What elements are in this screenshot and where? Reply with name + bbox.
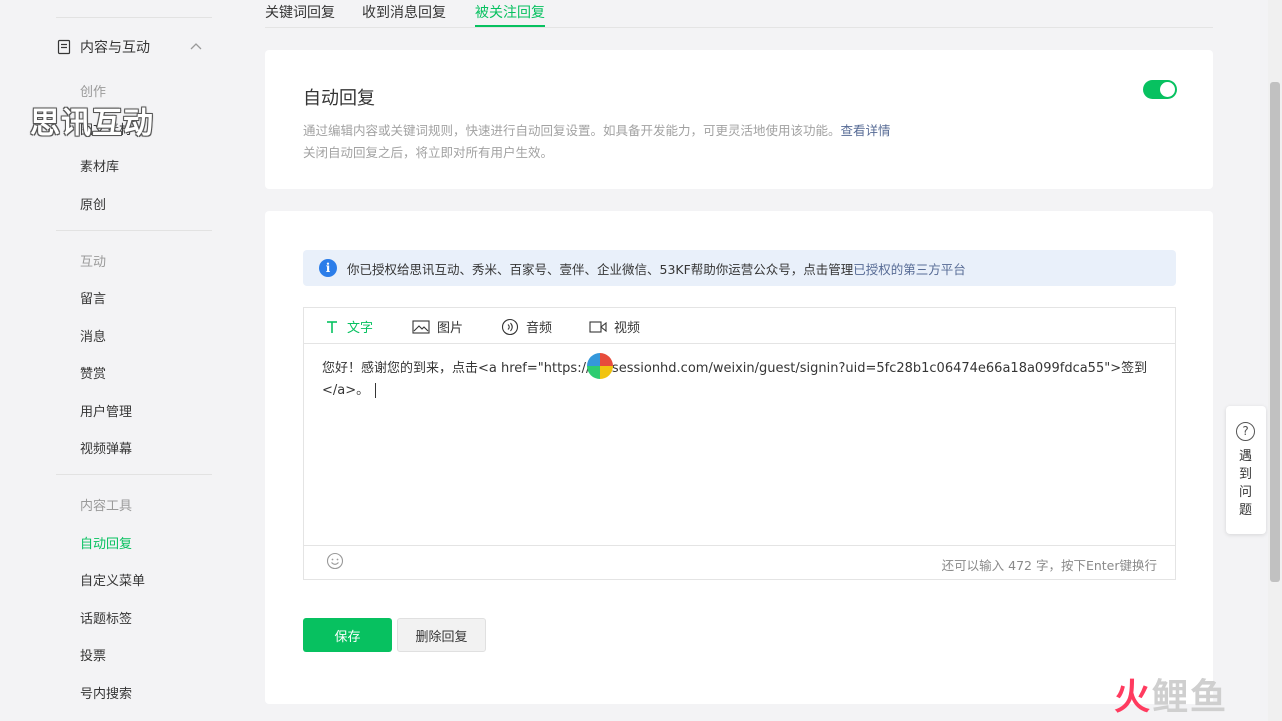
editor-tab-image[interactable]: 图片 (412, 317, 463, 336)
auto-reply-description: 通过编辑内容或关键词规则，快速进行自动回复设置。如具备开发能力，可更灵活地使用该… (303, 120, 891, 164)
delete-reply-button[interactable]: 删除回复 (397, 618, 486, 652)
video-icon (589, 320, 607, 333)
editor-tab-video[interactable]: 视频 (589, 317, 640, 336)
auto-reply-title: 自动回复 (303, 88, 375, 109)
editor-tab-label: 图片 (437, 321, 464, 336)
auto-reply-toggle[interactable] (1143, 80, 1177, 99)
sidebar-item-user-management[interactable]: 用户管理 (80, 401, 132, 420)
sidebar-section-label: 内容与互动 (80, 40, 150, 56)
sidebar-item-auto-reply[interactable]: 自动回复 (80, 533, 132, 552)
sidebar-item-messages[interactable]: 消息 (80, 326, 106, 345)
authorization-notice: i 你已授权给思讯互动、秀米、百家号、壹伴、企业微信、53KF帮助你运营公众号，… (303, 250, 1176, 286)
help-label: 遇到问题 (1239, 449, 1253, 518)
reply-content-text: 您好！感谢您的到来，点击<a href="https:// nt.session… (322, 361, 1148, 398)
sidebar-divider (56, 474, 212, 475)
desc-line-2: 关闭自动回复之后，将立即对所有用户生效。 (303, 145, 554, 160)
sidebar-group-title: 内容工具 (80, 499, 133, 514)
save-button[interactable]: 保存 (303, 618, 392, 652)
tab-message-reply[interactable]: 收到消息回复 (362, 2, 446, 22)
watermark-logo: 思讯互动 (30, 106, 154, 141)
help-float-button[interactable]: ? 遇到问题 (1226, 406, 1266, 534)
tab-follow-reply[interactable]: 被关注回复 (475, 2, 545, 27)
sidebar-item-custom-menu[interactable]: 自定义菜单 (80, 570, 145, 589)
sidebar-section-content-interaction[interactable]: 内容与互动 (56, 34, 212, 60)
tab-keyword-reply[interactable]: 关键词回复 (265, 2, 335, 22)
editor-tab-audio[interactable]: 音频 (501, 317, 552, 336)
toggle-knob (1160, 82, 1175, 97)
sidebar-divider (56, 230, 212, 231)
sidebar-divider (56, 17, 212, 18)
view-details-link[interactable]: 查看详情 (841, 123, 891, 138)
text-icon (327, 320, 337, 333)
editor-tab-label: 视频 (614, 321, 641, 336)
overlay-logo-icon (587, 353, 613, 379)
editor-tab-label: 音频 (526, 321, 553, 336)
auto-reply-card: 自动回复 通过编辑内容或关键词规则，快速进行自动回复设置。如具备开发能力，可更灵… (265, 50, 1213, 189)
notice-text: 你已授权给思讯互动、秀米、百家号、壹伴、企业微信、53KF帮助你运营公众号，点击… (347, 261, 854, 277)
reply-type-tabs: 关键词回复 收到消息回复 被关注回复 (265, 0, 1213, 28)
sidebar-item-in-account-search[interactable]: 号内搜索 (80, 683, 132, 702)
info-icon: i (319, 259, 337, 277)
desc-line-1: 通过编辑内容或关键词规则，快速进行自动回复设置。如具备开发能力，可更灵活地使用该… (303, 123, 841, 138)
editor-tab-text[interactable]: 文字 (324, 317, 373, 336)
question-icon: ? (1236, 422, 1255, 441)
image-icon (412, 319, 430, 334)
sidebar-item-material-library[interactable]: 素材库 (80, 156, 119, 175)
text-cursor (375, 383, 377, 398)
emoji-icon[interactable] (326, 552, 344, 570)
sidebar-item-video-danmaku[interactable]: 视频弹幕 (80, 438, 132, 457)
scrollbar-thumb[interactable] (1270, 82, 1280, 582)
reply-editor-card: i 你已授权给思讯互动、秀米、百家号、壹伴、企业微信、53KF帮助你运营公众号，… (265, 211, 1213, 704)
third-party-platform-link[interactable]: 已授权的第三方平台 (853, 259, 966, 278)
sidebar-item-topic-tags[interactable]: 话题标签 (80, 608, 132, 627)
editor-tab-label: 文字 (347, 321, 374, 336)
sidebar-group-title: 互动 (80, 255, 107, 270)
sidebar-item-comments[interactable]: 留言 (80, 288, 106, 307)
char-counter: 还可以输入 472 字，按下Enter键换行 (941, 558, 1157, 573)
corner-watermark-logo: 火鲤鱼 (1114, 676, 1228, 720)
audio-icon (501, 318, 519, 335)
sidebar-item-original[interactable]: 原创 (80, 194, 106, 213)
reply-content-textarea[interactable]: 您好！感谢您的到来，点击<a href="https:// nt.session… (322, 358, 1162, 402)
chevron-up-icon[interactable] (188, 39, 204, 55)
corner-logo-part1: 火 (1114, 677, 1153, 718)
sidebar-item-appreciation[interactable]: 赞赏 (80, 363, 106, 382)
corner-logo-part2: 鲤鱼 (1152, 677, 1229, 718)
editor-media-tabs: 文字 图片 音频 视频 (304, 308, 1175, 344)
editor-footer: 还可以输入 472 字，按下Enter键换行 (304, 545, 1175, 579)
document-icon (57, 39, 71, 55)
reply-editor: 文字 图片 音频 视频 您好！感谢您的到来，点击<a href="https:/… (303, 307, 1176, 580)
sidebar-item-vote[interactable]: 投票 (80, 645, 106, 664)
